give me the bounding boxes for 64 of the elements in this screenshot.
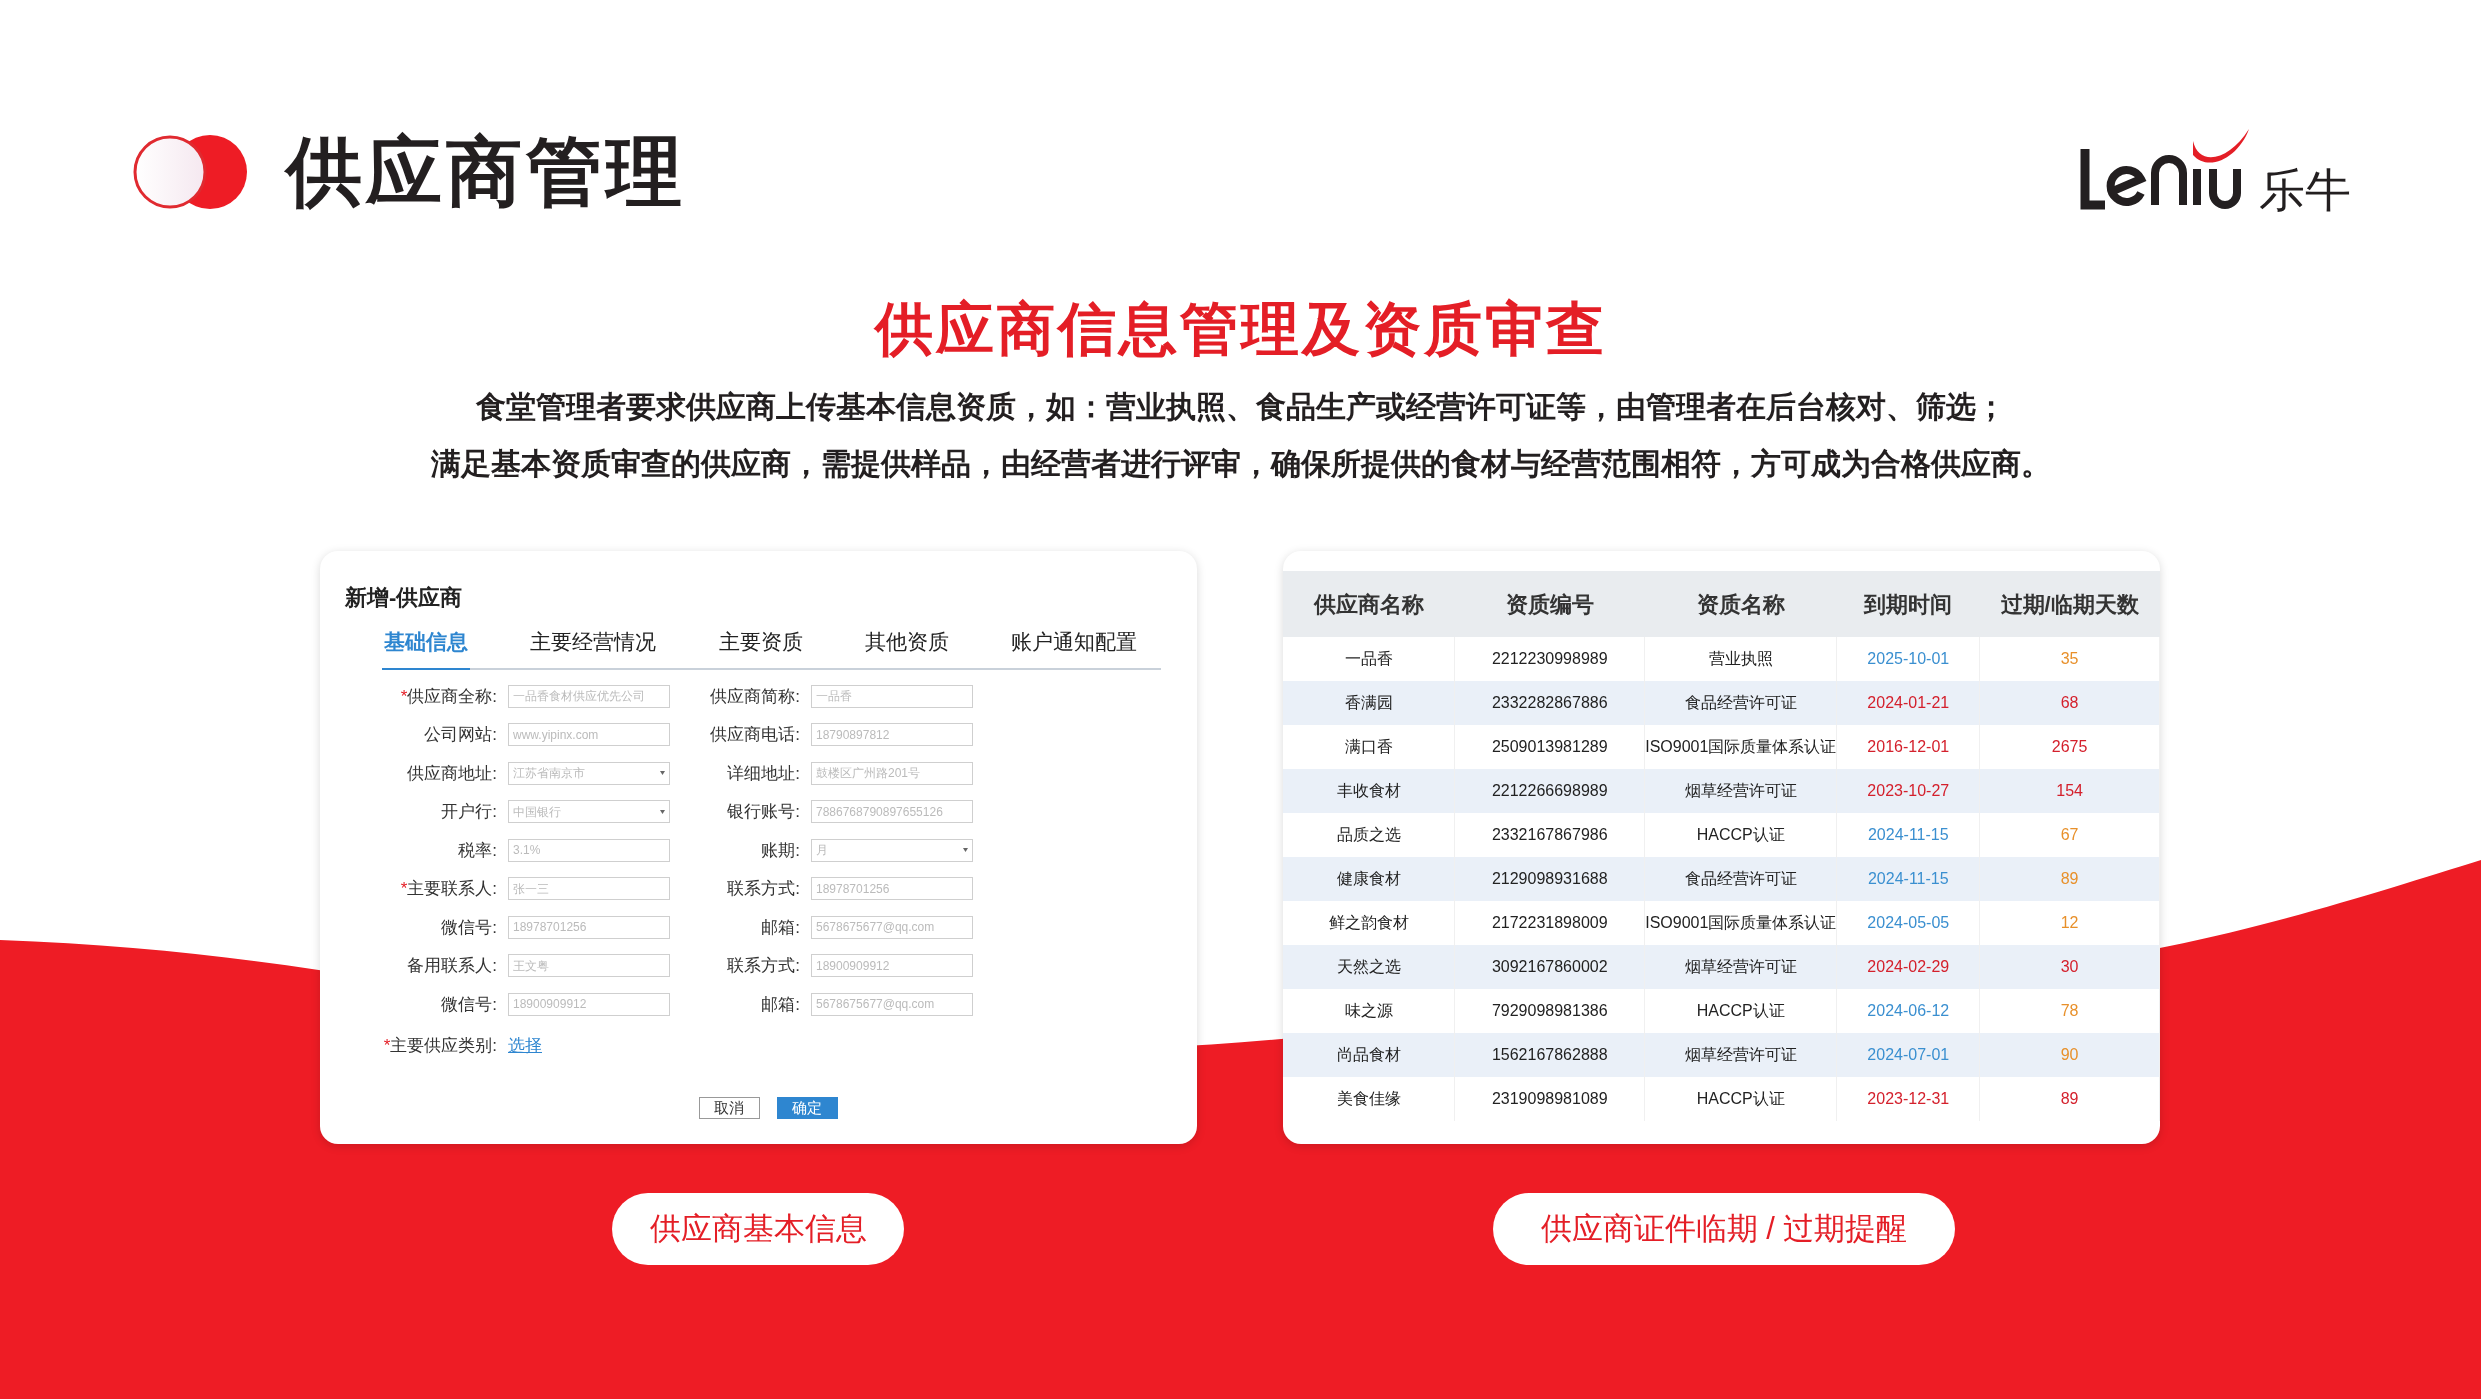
field-label: 供应商简称: xyxy=(709,685,800,708)
caret-icon xyxy=(660,771,665,776)
description-text: 满足基本资质审查的供应商，需提供样品，由经营者进行评审，确保所提供的食材与经营范围相符，方可成为合格供应商。 xyxy=(430,449,2051,479)
input-field[interactable]: 18790897812 xyxy=(811,723,973,747)
form-tab[interactable]: 主要经营情况 xyxy=(528,626,659,668)
field-label: 微信号: xyxy=(440,993,497,1016)
form-tab[interactable]: 账户通知配置 xyxy=(1009,626,1139,668)
input-field[interactable]: 王文粤 xyxy=(508,954,670,978)
cancel-button[interactable]: 取消 xyxy=(698,1096,760,1119)
input-field[interactable]: 5678675677@qq.com xyxy=(811,915,973,939)
field-label: 联系方式: xyxy=(726,955,800,977)
input-field[interactable]: 18900909912 xyxy=(811,954,973,978)
caption-pill: 供应商基本信息 xyxy=(612,1193,904,1265)
page-title: 供应商管理 xyxy=(286,128,686,216)
field-label: 账期: xyxy=(760,839,800,862)
column-header: 资质名称 xyxy=(1644,571,1837,637)
column-header: 资质编号 xyxy=(1454,571,1645,637)
section-headline: 供应商信息管理及资质审查 xyxy=(872,300,1608,358)
field-label: 供应商电话: xyxy=(709,724,800,746)
input-field[interactable]: 鼓楼区广州路201号 xyxy=(811,761,973,785)
description-text: 食堂管理者要求供应商上传基本信息资质，如：营业执照、食品生产或经营许可证等，由管理者在后台核对、筛选； xyxy=(475,392,2006,422)
field-label: 供应商地址: xyxy=(406,762,497,785)
form-tab[interactable]: 其他资质 xyxy=(862,626,951,668)
field-label: 税率: xyxy=(457,839,497,862)
confirm-button[interactable]: 确定 xyxy=(776,1096,838,1119)
field-label: 银行账号: xyxy=(726,801,800,823)
table-cell: 2023-12-31 xyxy=(1836,1077,1980,1121)
input-field[interactable]: 5678675677@qq.com xyxy=(811,992,973,1016)
caption-pill: 供应商证件临期 / 过期提醒 xyxy=(1493,1193,1955,1265)
input-field[interactable]: www.yipinx.com xyxy=(508,723,670,747)
field-label: 详细地址: xyxy=(726,762,800,785)
input-field[interactable]: 18900909912 xyxy=(508,992,670,1016)
choose-link[interactable]: 选择 xyxy=(508,1033,542,1059)
field-label: *供应商全称: xyxy=(399,685,497,708)
form-tab[interactable]: 主要资质 xyxy=(716,626,805,668)
field-label: 开户行: xyxy=(440,801,497,823)
table-cell: HACCP认证 xyxy=(1644,1077,1837,1121)
field-label: *主要联系人: xyxy=(399,878,497,900)
select-field[interactable]: 江苏省南京市 xyxy=(508,761,670,785)
table-cell: 美食佳缘 xyxy=(1283,1077,1455,1121)
column-header: 过期/临期天数 xyxy=(1979,571,2160,637)
field-label: 邮箱: xyxy=(760,993,800,1016)
table-cell: 89 xyxy=(1979,1077,2160,1121)
input-field[interactable]: 18978701256 xyxy=(811,877,973,901)
column-header: 到期时间 xyxy=(1836,571,1980,637)
field-label: *主要供应类别: xyxy=(382,1035,497,1057)
select-field[interactable]: 中国银行 xyxy=(508,800,670,824)
input-field[interactable]: 3.1% xyxy=(508,838,670,862)
column-header: 供应商名称 xyxy=(1283,571,1455,637)
caret-icon xyxy=(963,848,968,853)
field-label: 备用联系人: xyxy=(406,955,497,977)
brand-logo: 乐牛 xyxy=(2079,127,2351,217)
form-tab[interactable]: 基础信息 xyxy=(382,626,470,670)
input-field[interactable]: 7886768790897655126 xyxy=(811,800,973,824)
overlapping-circles-icon xyxy=(132,133,248,211)
field-label: 邮箱: xyxy=(760,916,800,939)
form-title: 新增-供应商 xyxy=(345,584,464,612)
caret-icon xyxy=(660,809,665,814)
field-label: 微信号: xyxy=(440,916,497,939)
table-cell: 2319098981089 xyxy=(1454,1077,1645,1121)
select-field[interactable]: 月 xyxy=(811,838,973,862)
input-field[interactable]: 18978701256 xyxy=(508,915,670,939)
field-label: 公司网站: xyxy=(423,724,497,746)
field-label: 联系方式: xyxy=(726,878,800,900)
